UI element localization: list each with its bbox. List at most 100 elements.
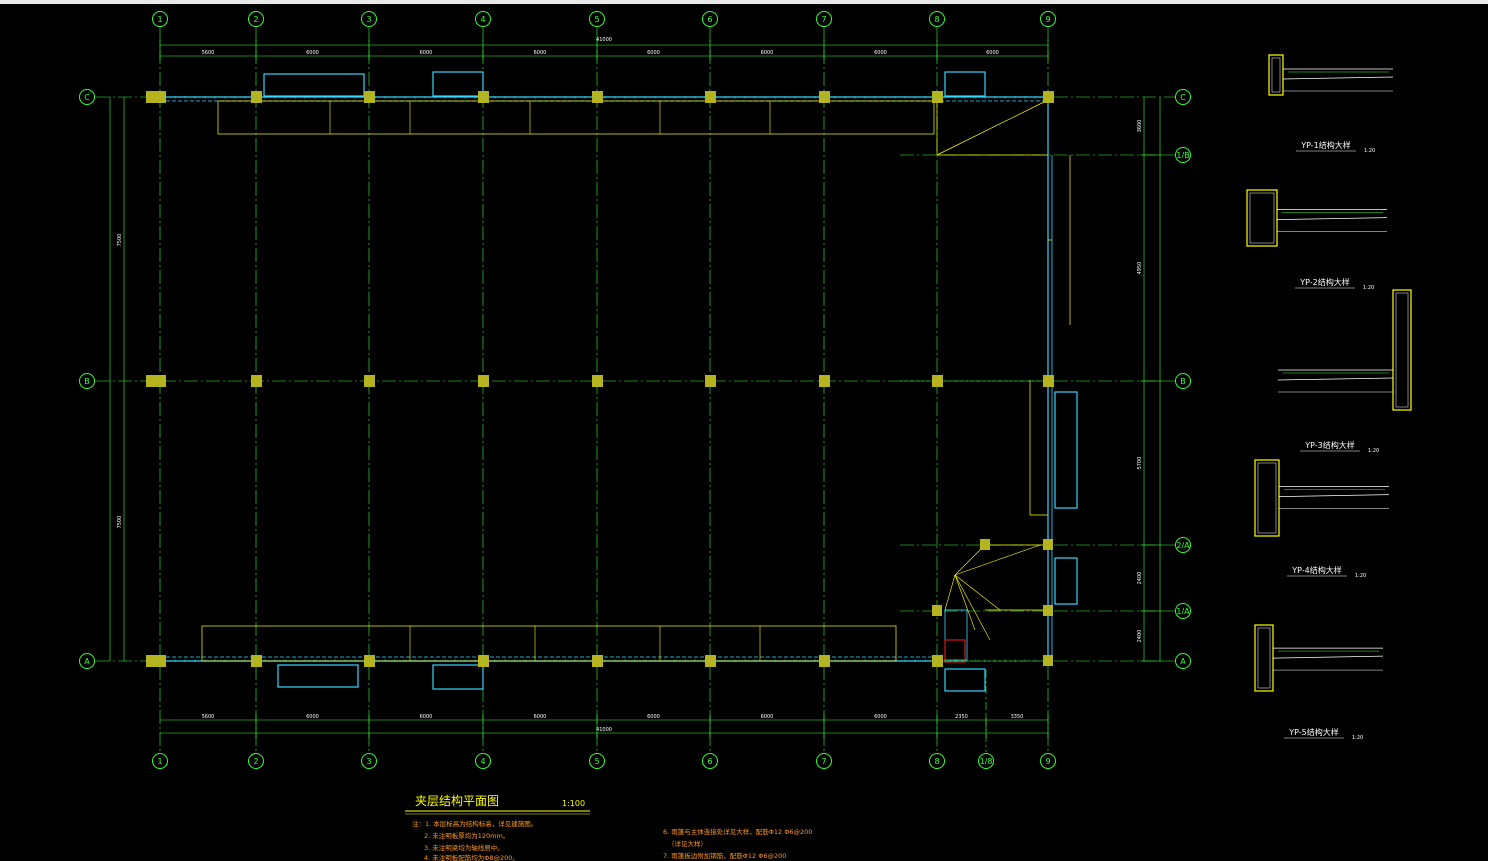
axis-bubble-top-8-label: 8 [934, 15, 939, 24]
span-dimension-right: 5700 [1137, 457, 1143, 470]
plan-title-block: 夹层结构平面图 1:100 [405, 793, 590, 815]
cad-drawing-canvas[interactable]: 1 1 2 2 3 3 4 4 5 5 6 6 7 7 8 8 9 9 1/8 C B A C 1/B B 2/A 1/A A 4100… [0, 4, 1488, 861]
column [932, 91, 943, 103]
span-dimension-bottom: 6000 [874, 714, 887, 720]
notes-right: 6. 雨篷与主体连接处详见大样，配筋Φ12 Φ6@200 （详见大样） 7. 雨… [663, 827, 812, 860]
detail-yp5-scale: 1:20 [1352, 735, 1363, 741]
span-dimension-left: 7500 [117, 516, 123, 529]
column [705, 91, 716, 103]
canopy-bottom [944, 668, 986, 692]
span-dimension-top: 6000 [986, 50, 999, 56]
stair-leader [954, 544, 1041, 576]
detail-yp4-title: YP-4结构大样 [1291, 565, 1342, 575]
span-dimension-bottom: 6000 [420, 714, 433, 720]
span-dimension-top: 6000 [761, 50, 774, 56]
column [364, 91, 375, 103]
column [251, 375, 262, 387]
span-dimension-left: 7500 [117, 234, 123, 247]
detail-yp4-slab-bottom [1278, 494, 1390, 497]
detail-yp1-scale: 1:20 [1364, 148, 1375, 154]
span-dimension-right: 4950 [1137, 262, 1143, 275]
axis-bubble-bottom-9-label: 9 [1045, 757, 1050, 766]
column [932, 605, 942, 616]
grid-layer: 1 1 2 2 3 3 4 4 5 5 6 6 7 7 8 8 9 9 1/8 C B A C 1/B B 2/A 1/A A 4100… [79, 11, 1191, 769]
detail-yp3-stirrup [1395, 292, 1409, 408]
axis-bubble-right-4-label: 1/A [1176, 607, 1190, 616]
axis-bubble-bottom-3-label: 3 [366, 757, 371, 766]
beam-outline-bottom [201, 625, 897, 662]
column [146, 375, 156, 387]
column [478, 375, 489, 387]
detail-yp3-slab-bottom [1277, 377, 1394, 381]
detail-yp3-column [1392, 289, 1412, 411]
detail-yp2-stirrup [1249, 192, 1275, 244]
span-dimension-bottom: 6000 [647, 714, 660, 720]
detail-yp5-title: YP-5结构大样 [1288, 727, 1339, 737]
note-line: （详见大样） [668, 839, 707, 848]
axis-bubble-bottom-4-label: 4 [480, 757, 485, 766]
axis-bubble-right-1-label: 1/B [1176, 151, 1189, 160]
detail-yp1-stirrup [1271, 57, 1281, 93]
axis-bubble-left-A-label: A [84, 657, 90, 666]
beam-outline-top [217, 100, 935, 135]
column [705, 375, 716, 387]
axis-bubble-top-3-label: 3 [366, 15, 371, 24]
stair-leader [954, 574, 991, 641]
axis-bubble-top-1-label: 1 [157, 15, 162, 24]
axis-bubble-bottom-5-label: 5 [594, 757, 599, 766]
note-line: 2. 未注明板厚均为120mm。 [424, 831, 509, 840]
axis-bubble-right-2-label: B [1180, 377, 1186, 386]
column [932, 375, 943, 387]
column [251, 91, 262, 103]
column [155, 655, 166, 667]
structure-layer [146, 71, 1078, 692]
axis-bubble-bottom-8-label: 8 [934, 757, 939, 766]
axis-bubble-bottom-7-label: 7 [821, 757, 826, 766]
canopy-top [263, 73, 365, 97]
axis-bubble-top-6-label: 6 [707, 15, 712, 24]
note-line: 6. 雨篷与主体连接处详见大样，配筋Φ12 Φ6@200 [663, 827, 812, 836]
column [1043, 539, 1053, 550]
column [705, 655, 716, 667]
column [819, 375, 830, 387]
span-dimension-right: 2400 [1137, 630, 1143, 643]
axis-bubble-top-9-label: 9 [1045, 15, 1050, 24]
span-dimension-top: 6000 [874, 50, 887, 56]
column [1043, 605, 1053, 616]
column [155, 91, 166, 103]
column [478, 91, 489, 103]
canopy-top [944, 71, 986, 97]
span-dimension-bottom: 6000 [761, 714, 774, 720]
stair-leader [954, 574, 1001, 611]
span-dimension-top: 6000 [647, 50, 660, 56]
stair-leader [954, 574, 976, 631]
stair-red-detail [944, 639, 966, 663]
axis-bubble-bottom-extra-label: 1/8 [980, 757, 993, 766]
canopy-top [432, 71, 484, 97]
column [155, 375, 166, 387]
notes-left: 注：1. 本层标高为结构标高，详见建施图。 2. 未注明板厚均为120mm。 3… [412, 819, 537, 861]
canopy-right-small [1054, 557, 1078, 605]
axis-bubble-right-0-label: C [1180, 93, 1186, 102]
span-dimension-top: 6000 [534, 50, 547, 56]
span-dimension-right: 2400 [1137, 572, 1143, 585]
detail-yp2-scale: 1:20 [1363, 285, 1374, 291]
note-line: 3. 未注明梁均为轴线居中。 [424, 843, 504, 852]
column [932, 655, 943, 667]
axis-bubble-left-B-label: B [84, 377, 90, 386]
span-dimension-top: 6000 [420, 50, 433, 56]
detail-yp5-column [1254, 624, 1274, 692]
span-dimension-bottom: 5600 [202, 714, 215, 720]
axis-bubble-left-C-label: C [84, 93, 90, 102]
axis-bubble-bottom-2-label: 2 [253, 757, 258, 766]
column [1043, 91, 1054, 103]
column [592, 375, 603, 387]
axis-bubble-top-4-label: 4 [480, 15, 485, 24]
span-dimension-bottom: 3350 [1011, 714, 1024, 720]
column [592, 91, 603, 103]
axis-bubble-bottom-1-label: 1 [157, 757, 162, 766]
column [980, 539, 990, 550]
detail-yp3-title: YP-3结构大样 [1304, 440, 1355, 450]
stair-outline [944, 609, 968, 661]
note-line: 4. 未注明板配筋均为Φ8@200。 [424, 853, 519, 861]
